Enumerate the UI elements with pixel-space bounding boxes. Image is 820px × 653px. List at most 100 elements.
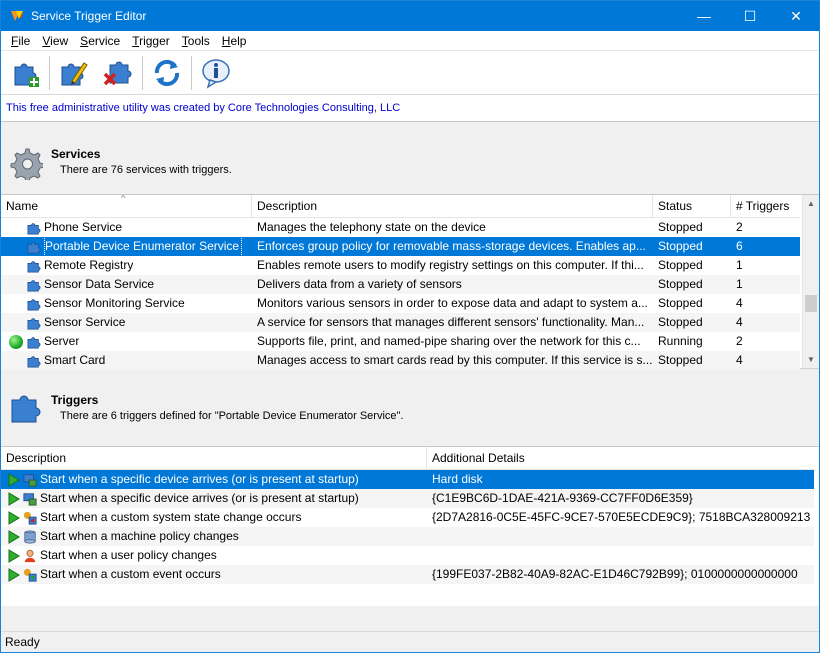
service-status: Stopped (658, 258, 703, 272)
title-bar: Service Trigger Editor — ☐ ✕ (1, 1, 819, 31)
trigger-row[interactable]: Start when a specific device arrives (or… (1, 489, 814, 508)
menu-bar: File View Service Trigger Tools Help (1, 31, 819, 51)
triggers-header: Triggers There are 6 triggers defined fo… (1, 374, 819, 446)
delete-trigger-icon (103, 61, 132, 85)
menu-view[interactable]: View (36, 31, 74, 51)
about-button[interactable] (196, 53, 236, 93)
service-row[interactable]: Smart Card Manages access to smart cards … (1, 351, 800, 370)
play-icon (8, 510, 20, 525)
trigger-row[interactable]: Start when a custom event occurs {199FE03… (1, 565, 814, 584)
play-icon (8, 567, 20, 582)
service-status: Stopped (658, 277, 703, 291)
triggers-title: Triggers (51, 393, 99, 407)
service-description: Delivers data from a variety of sensors (257, 277, 462, 291)
service-name: Server (44, 334, 80, 348)
trigger-details (427, 546, 814, 565)
close-button[interactable]: ✕ (773, 1, 819, 31)
service-row[interactable]: Sensor Monitoring Service Monitors variou… (1, 294, 800, 313)
service-row[interactable]: Sensor Data Service Delivers data from a … (1, 275, 800, 294)
service-row[interactable]: Remote Registry Enables remote users to m… (1, 256, 800, 275)
menu-trigger[interactable]: Trigger (126, 31, 176, 51)
triggers-rows: Start when a specific device arrives (or… (1, 470, 814, 584)
menu-file[interactable]: File (5, 31, 36, 51)
services-title: Services (51, 147, 101, 161)
services-header: Services There are 76 services with trig… (1, 136, 819, 194)
service-status: Stopped (658, 239, 703, 253)
maximize-icon: ☐ (743, 7, 757, 24)
custom-state-icon (23, 511, 37, 525)
service-trigger-count: 6 (736, 239, 743, 253)
service-icon (27, 316, 41, 330)
services-rows: Phone Service Manages the telephony state… (1, 218, 800, 370)
toolbar (1, 51, 819, 95)
scroll-up-icon[interactable]: ▲ (803, 195, 819, 212)
service-name: Phone Service (44, 220, 123, 234)
puzzle-piece-icon (11, 395, 41, 423)
add-trigger-button[interactable] (5, 53, 45, 93)
delete-trigger-button[interactable] (98, 53, 138, 93)
app-window: Service Trigger Editor — ☐ ✕ File View Ser… (0, 0, 820, 653)
running-status-icon (9, 334, 23, 349)
toolbar-separator (49, 55, 50, 90)
services-scrollbar[interactable]: ▲ ▼ (802, 195, 819, 368)
service-name: Sensor Data Service (44, 277, 155, 291)
machine-policy-icon (23, 529, 37, 544)
service-row[interactable]: Portable Device Enumerator Service Enforc… (1, 237, 800, 256)
trigger-details: {C1E9BC6D-1DAE-421A-9369-CC7FF0D6E359} (432, 491, 693, 505)
user-policy-icon (23, 549, 37, 563)
service-trigger-count: 1 (736, 258, 743, 272)
service-description: Manages the telephony state on the devic… (257, 220, 486, 234)
column-header-status[interactable]: Status (653, 195, 731, 218)
menu-help[interactable]: Help (216, 31, 253, 51)
services-table-header: Name ^ Description Status # Triggers (1, 195, 800, 218)
play-icon (8, 472, 20, 487)
edit-trigger-button[interactable] (54, 53, 94, 93)
trigger-details (427, 527, 814, 546)
play-icon (8, 548, 20, 563)
column-header-description[interactable]: Description (252, 195, 653, 218)
service-icon (27, 259, 41, 273)
service-icon (27, 240, 41, 254)
close-icon: ✕ (790, 7, 802, 24)
window-title: Service Trigger Editor (31, 9, 147, 23)
triggers-count: There are 6 triggers defined for "Portab… (60, 410, 404, 422)
column-header-triggers[interactable]: # Triggers (731, 195, 800, 218)
refresh-button[interactable] (147, 53, 187, 93)
refresh-icon (154, 59, 180, 86)
services-table: Name ^ Description Status # Triggers Pho… (1, 194, 819, 370)
triggers-table-header: Description Additional Details (1, 447, 814, 470)
trigger-row[interactable]: Start when a machine policy changes (1, 527, 814, 546)
minimize-button[interactable]: — (681, 1, 727, 31)
service-description: Manages access to smart cards read by th… (257, 353, 653, 367)
status-bar: Ready (1, 631, 819, 652)
menu-tools[interactable]: Tools (176, 31, 216, 51)
service-row[interactable]: Server Supports file, print, and named-pi… (1, 332, 800, 351)
service-status: Running (658, 334, 703, 348)
trigger-details: Hard disk (432, 472, 483, 486)
service-trigger-count: 2 (736, 220, 743, 234)
service-row[interactable]: Sensor Service A service for sensors that… (1, 313, 800, 332)
service-name: Portable Device Enumerator Service (44, 237, 243, 256)
service-description: Enforces group policy for removable mass… (257, 239, 646, 253)
trigger-details: {199FE037-2B82-40A9-82AC-E1D46C792B99}; … (432, 567, 798, 581)
column-header-additional-details[interactable]: Additional Details (427, 447, 814, 470)
column-header-name[interactable]: Name ^ (1, 195, 252, 218)
menu-service[interactable]: Service (74, 31, 126, 51)
maximize-button[interactable]: ☐ (727, 1, 773, 31)
service-name: Remote Registry (44, 258, 134, 272)
column-header-trigger-description[interactable]: Description (1, 447, 427, 470)
service-status: Stopped (658, 353, 703, 367)
device-icon (23, 473, 37, 487)
service-description: Supports file, print, and named-pipe sha… (257, 334, 641, 348)
service-status: Stopped (658, 296, 703, 310)
scroll-thumb[interactable] (805, 295, 817, 312)
trigger-row[interactable]: Start when a specific device arrives (or… (1, 470, 814, 489)
trigger-description: Start when a custom system state change … (40, 510, 302, 524)
trigger-details: {2D7A2816-0C5E-45FC-9CE7-570E5ECDE9C9}; … (432, 510, 811, 524)
service-row[interactable]: Phone Service Manages the telephony state… (1, 218, 800, 237)
trigger-description: Start when a specific device arrives (or… (40, 472, 359, 486)
scroll-down-icon[interactable]: ▼ (803, 351, 819, 368)
trigger-row[interactable]: Start when a user policy changes (1, 546, 814, 565)
sort-ascending-icon: ^ (121, 195, 126, 203)
trigger-row[interactable]: Start when a custom system state change … (1, 508, 814, 527)
